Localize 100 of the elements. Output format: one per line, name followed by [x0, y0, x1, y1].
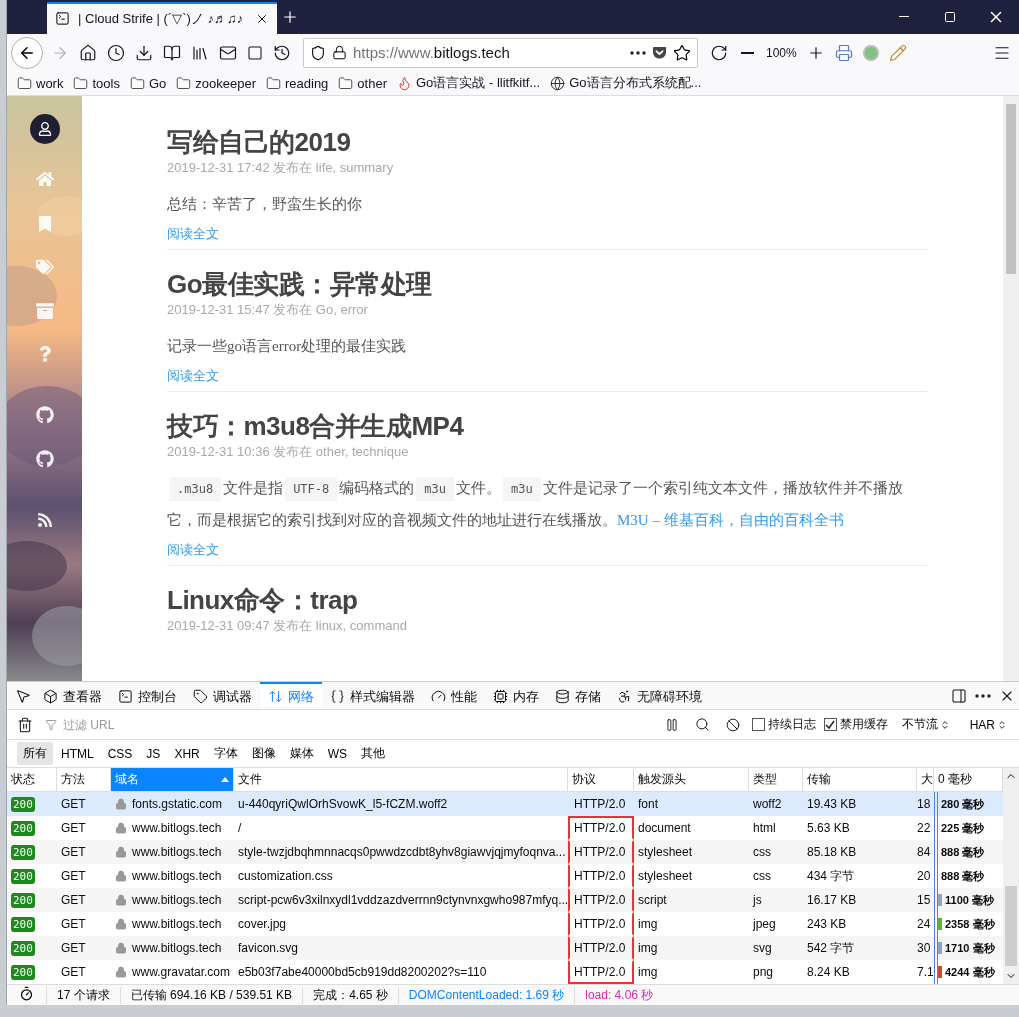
column-header[interactable]: 大 [917, 768, 934, 792]
file-cell: favicon.svg [238, 941, 299, 955]
home-icon [35, 169, 54, 188]
pocket-icon [652, 45, 667, 61]
scrollbar[interactable] [1003, 95, 1019, 681]
domain-cell: www.bitlogs.tech [132, 917, 222, 931]
devtools-tab[interactable]: 查看器 [35, 682, 110, 709]
type-cell: svg [753, 941, 772, 955]
devtools-tab[interactable]: 样式编辑器 [322, 682, 423, 709]
funnel-icon [45, 718, 57, 731]
file-cell: style-twzjdbqhmnnacqs0pwwdzcdbt8yhv8giawvjqjmyfoqnva... [238, 845, 566, 859]
pencil-icon [888, 43, 907, 62]
scrollbar[interactable] [1003, 768, 1019, 984]
column-header[interactable]: 域名 [111, 768, 234, 792]
request-count: 17 个请求 [47, 986, 121, 1004]
post-title[interactable]: 技巧：m3u8合并生成MP4 [167, 409, 927, 442]
bookmark[interactable]: zookeeper [176, 75, 256, 91]
column-header[interactable]: 状态 [7, 768, 57, 792]
maximize-icon [944, 10, 956, 23]
post-meta: 2019-12-31 17:42 发布在 life, summary [167, 158, 395, 177]
type-filter-button[interactable]: 字体 [207, 742, 244, 765]
column-header[interactable]: 文件 [234, 768, 568, 792]
type-filter-button[interactable]: 图像 [245, 742, 282, 765]
domain-cell: www.bitlogs.tech [132, 821, 222, 835]
minimize-icon [899, 16, 909, 18]
bookmark[interactable]: tools [73, 75, 120, 91]
bookmark[interactable]: Go [129, 75, 167, 91]
size-cell: 24 [917, 917, 931, 931]
timing-cell: 1710 毫秒 [945, 940, 995, 956]
trash-icon [17, 716, 33, 733]
column-header[interactable]: 传输 [803, 768, 917, 792]
timing-cell: 888 毫秒 [941, 868, 985, 884]
har-select[interactable]: HAR [963, 716, 1013, 733]
back-button[interactable] [11, 36, 43, 69]
status-badge: 200 [11, 916, 35, 932]
lock-icon [332, 45, 347, 61]
address-bar[interactable]: https://www.bitlogs.tech [303, 37, 698, 68]
folder-icon [338, 75, 354, 91]
post-title[interactable]: 写给自己的2019 [167, 125, 927, 158]
devtools-tab[interactable]: 内存 [485, 682, 547, 709]
debugger-icon [193, 689, 208, 704]
checkbox[interactable] [823, 718, 837, 731]
bookmark[interactable]: reading [266, 75, 329, 91]
bookmark[interactable]: Go语言实战 - llitfkitf... [397, 74, 541, 93]
column-header[interactable]: 触发源头 [634, 768, 749, 792]
type-cell: jpeg [753, 917, 776, 931]
size-cell: 84 [917, 845, 931, 859]
method-cell: GET [61, 869, 86, 883]
rss-link[interactable] [36, 511, 53, 528]
size-cell: 20 [917, 869, 931, 883]
protocol-cell: HTTP/2.0 [574, 941, 626, 955]
devtools-tab[interactable]: 无障碍环境 [609, 682, 710, 709]
timing-cell: 4244 毫秒 [945, 964, 995, 980]
type-filter-button[interactable]: XHR [168, 743, 206, 764]
type-filter-button[interactable]: 其他 [355, 742, 392, 765]
archive-icon [35, 301, 54, 320]
domain-cell: www.bitlogs.tech [132, 893, 222, 907]
load-time: load: 4.06 秒 [584, 986, 655, 1004]
bookmark[interactable]: work [17, 75, 64, 91]
protocol-cell: HTTP/2.0 [574, 869, 626, 883]
checkbox-label: 禁用缓存 [839, 716, 888, 733]
file-cell: u-440qyriQwlOrhSvowK_l5-fCZM.woff2 [238, 797, 448, 811]
type-filter-button[interactable]: WS [321, 743, 354, 764]
tab-title: | Cloud Strife | (´▽`)ノ ♪♬♫♪ [78, 9, 245, 28]
status-badge: 200 [11, 964, 35, 980]
type-filter-button[interactable]: CSS [101, 743, 139, 764]
checkbox[interactable] [751, 718, 765, 731]
lock-icon [115, 870, 127, 882]
bookmark[interactable]: other [338, 75, 387, 91]
devtools-tab[interactable]: 调试器 [185, 682, 260, 709]
post-title[interactable]: Linux命令：trap [167, 583, 927, 616]
throttle-select[interactable]: 不节流 [895, 715, 956, 734]
github-link[interactable] [35, 449, 54, 468]
type-filter-button[interactable]: JS [140, 743, 167, 764]
panel-icon [951, 687, 967, 704]
type-cell: html [753, 821, 776, 835]
shield-icon [310, 44, 326, 61]
github-link[interactable] [35, 405, 54, 424]
devtools-tab[interactable]: 控制台 [110, 682, 185, 709]
column-header[interactable]: 方法 [57, 768, 111, 792]
post-title[interactable]: Go最佳实践：异常处理 [167, 267, 927, 300]
clock-icon [107, 43, 125, 62]
type-filter-button[interactable]: 所有 [17, 742, 53, 765]
block-icon [725, 717, 740, 732]
devtools-tab[interactable]: 性能 [423, 682, 485, 709]
zoom-level[interactable]: 100% [762, 45, 801, 60]
type-filter-button[interactable]: HTML [55, 743, 100, 764]
type-cell: png [753, 965, 774, 979]
bookmark[interactable]: Go语言分布式系统配... [550, 74, 702, 93]
devtools-tab[interactable]: 存储 [547, 682, 609, 709]
column-header[interactable]: 类型 [749, 768, 803, 792]
pause-icon [664, 717, 679, 732]
type-filter-button[interactable]: 媒体 [283, 742, 320, 765]
browser-tab[interactable]: | Cloud Strife | (´▽`)ノ ♪♬♫♪ [47, 1, 277, 34]
devtools-tab[interactable]: 网络 [260, 682, 322, 709]
mail-icon [219, 43, 237, 62]
search-icon [694, 717, 710, 732]
terminal-icon [55, 11, 70, 27]
column-header[interactable]: 0 毫秒 [934, 768, 1003, 792]
column-header[interactable]: 协议 [568, 768, 634, 792]
